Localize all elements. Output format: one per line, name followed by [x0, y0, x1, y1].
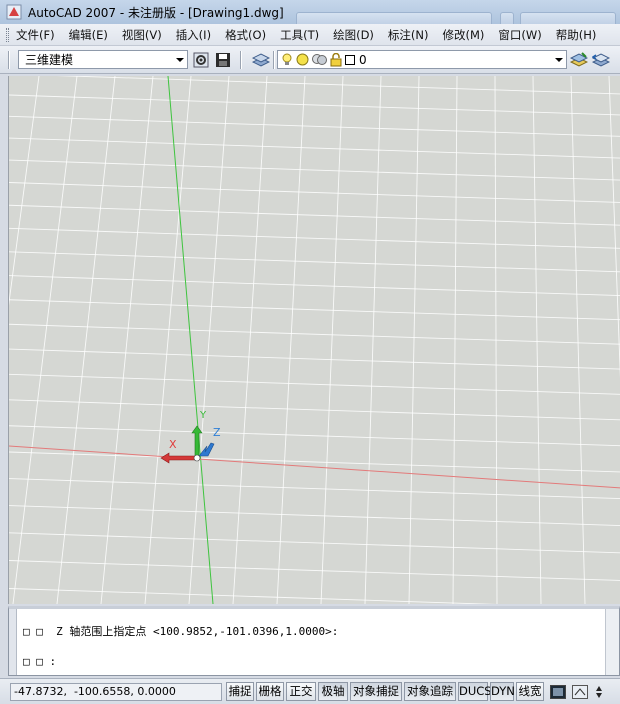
- menu-bar: 文件(F) 编辑(E) 视图(V) 插入(I) 格式(O) 工具(T) 绘图(D…: [0, 24, 620, 46]
- grid-line: [9, 323, 620, 345]
- menu-dimension[interactable]: 标注(N): [388, 27, 429, 43]
- grid-line: [9, 159, 620, 181]
- grid-line: [9, 348, 620, 370]
- layer-freeze-sun-icon[interactable]: [296, 53, 309, 66]
- grid-line: [9, 182, 620, 203]
- grid-line: [9, 299, 620, 321]
- y-axis-line: [167, 76, 214, 604]
- grid-line: [570, 76, 586, 604]
- menu-window[interactable]: 窗口(W): [498, 27, 541, 43]
- grid-line: [9, 588, 498, 604]
- grid-line: [9, 560, 620, 581]
- snap-toggle[interactable]: 捕捉: [226, 682, 254, 701]
- grid-line: [9, 251, 620, 273]
- grid-line: [56, 76, 620, 95]
- status-bar: -47.8732, -100.6558, 0.0000 捕捉 栅格 正交 极轴 …: [0, 678, 620, 704]
- command-history-line: □ □ Z 轴范围上指定点 <100.9852,-101.0396,1.0000…: [23, 625, 339, 638]
- grid-line: [276, 76, 306, 604]
- communication-center-icon[interactable]: [570, 682, 590, 701]
- layer-dropdown[interactable]: 0: [277, 50, 567, 69]
- grid-line: [9, 373, 620, 395]
- grid-line: [9, 451, 620, 473]
- menu-tools[interactable]: 工具(T): [280, 27, 319, 43]
- layer-previous-icon[interactable]: [592, 51, 610, 69]
- menu-file[interactable]: 文件(F): [16, 27, 55, 43]
- layer-properties-icon[interactable]: [252, 51, 270, 69]
- ucs-x-label: X: [169, 438, 177, 451]
- drawing-canvas[interactable]: Y X Z: [9, 76, 620, 604]
- grid-line: [320, 76, 344, 604]
- menu-modify[interactable]: 修改(M): [443, 27, 485, 43]
- workspace-settings-icon[interactable]: [192, 51, 210, 69]
- menu-format[interactable]: 格式(O): [225, 27, 266, 43]
- grid-line: [9, 204, 620, 226]
- status-menu-arrow-icon[interactable]: [592, 682, 606, 701]
- grid-line: [9, 425, 620, 447]
- menu-edit[interactable]: 编辑(E): [69, 27, 108, 43]
- menu-grip[interactable]: [6, 27, 9, 42]
- grid-line: [9, 76, 40, 306]
- menu-help[interactable]: 帮助(H): [556, 27, 597, 43]
- grid-line: [9, 275, 620, 297]
- chevron-down-icon[interactable]: [552, 51, 566, 68]
- layer-lock-icon[interactable]: [330, 52, 343, 67]
- grid-line: [364, 76, 382, 604]
- window-title: AutoCAD 2007 - 未注册版 - [Drawing1.dwg]: [28, 5, 284, 20]
- lineweight-toggle[interactable]: 线宽: [516, 682, 544, 701]
- grid-line: [9, 532, 620, 554]
- ucs-origin: [193, 454, 201, 462]
- grid-line: [12, 76, 78, 604]
- title-bar: AutoCAD 2007 - 未注册版 - [Drawing1.dwg]: [0, 0, 620, 29]
- grid-line: [9, 94, 620, 116]
- menu-insert[interactable]: 插入(I): [176, 27, 211, 43]
- grid-line: [9, 399, 620, 421]
- grid-line: [56, 76, 116, 604]
- workspace-save-icon[interactable]: [214, 51, 232, 69]
- grid-line: [452, 76, 458, 604]
- polar-toggle[interactable]: 极轴: [318, 682, 348, 701]
- command-window[interactable]: □ □ Z 轴范围上指定点 <100.9852,-101.0396,1.0000…: [8, 606, 620, 676]
- coordinate-display[interactable]: -47.8732, -100.6558, 0.0000: [10, 683, 222, 701]
- grid-line: [144, 76, 192, 604]
- grid-line: [9, 505, 620, 526]
- grid-line: [9, 115, 620, 137]
- toolbar-grip[interactable]: [8, 51, 10, 69]
- layer-on-icon[interactable]: [281, 53, 293, 67]
- autocad-app-icon[interactable]: [6, 4, 22, 20]
- grid-line: [9, 137, 620, 159]
- otrack-toggle[interactable]: 对象追踪: [404, 682, 456, 701]
- chevron-down-icon[interactable]: [173, 51, 187, 68]
- ducs-toggle[interactable]: DUCS: [458, 682, 492, 701]
- command-prompt[interactable]: □ □ :: [23, 655, 56, 668]
- grid-toggle[interactable]: 栅格: [256, 682, 284, 701]
- ucs-icon[interactable]: Y X Z: [160, 410, 221, 464]
- dyn-toggle[interactable]: DYN: [490, 682, 515, 701]
- layer-value: 0: [359, 52, 367, 67]
- ucs-y-label: Y: [199, 410, 207, 421]
- ucs-z-label: Z: [213, 426, 221, 439]
- grid-line: [232, 76, 268, 604]
- ucs-x-arrow: [160, 452, 197, 464]
- perspective-grid: [9, 76, 620, 604]
- workspace-dropdown[interactable]: 三维建模: [18, 50, 188, 69]
- drawing-viewport[interactable]: Y X Z: [8, 76, 620, 604]
- ortho-toggle[interactable]: 正交: [286, 682, 316, 701]
- layer-color-swatch-icon[interactable]: [345, 54, 355, 65]
- command-window-grip[interactable]: [9, 609, 17, 675]
- grid-line: [188, 76, 230, 604]
- menu-view[interactable]: 视图(V): [122, 27, 162, 43]
- grid-line: [408, 76, 420, 604]
- model-space-icon[interactable]: [548, 682, 568, 701]
- command-scrollbar[interactable]: [605, 609, 619, 675]
- toolbar-separator: [240, 51, 242, 69]
- grid-line: [100, 76, 154, 604]
- make-object-layer-current-icon[interactable]: [570, 51, 588, 69]
- workspace-value: 三维建模: [25, 53, 74, 67]
- menu-draw[interactable]: 绘图(D): [333, 27, 374, 43]
- osnap-toggle[interactable]: 对象捕捉: [350, 682, 402, 701]
- toolbar-separator: [273, 51, 275, 69]
- grid-line: [9, 227, 620, 249]
- layer-viewport-freeze-icon[interactable]: [312, 53, 327, 66]
- toolbar: 三维建模 0: [0, 46, 620, 74]
